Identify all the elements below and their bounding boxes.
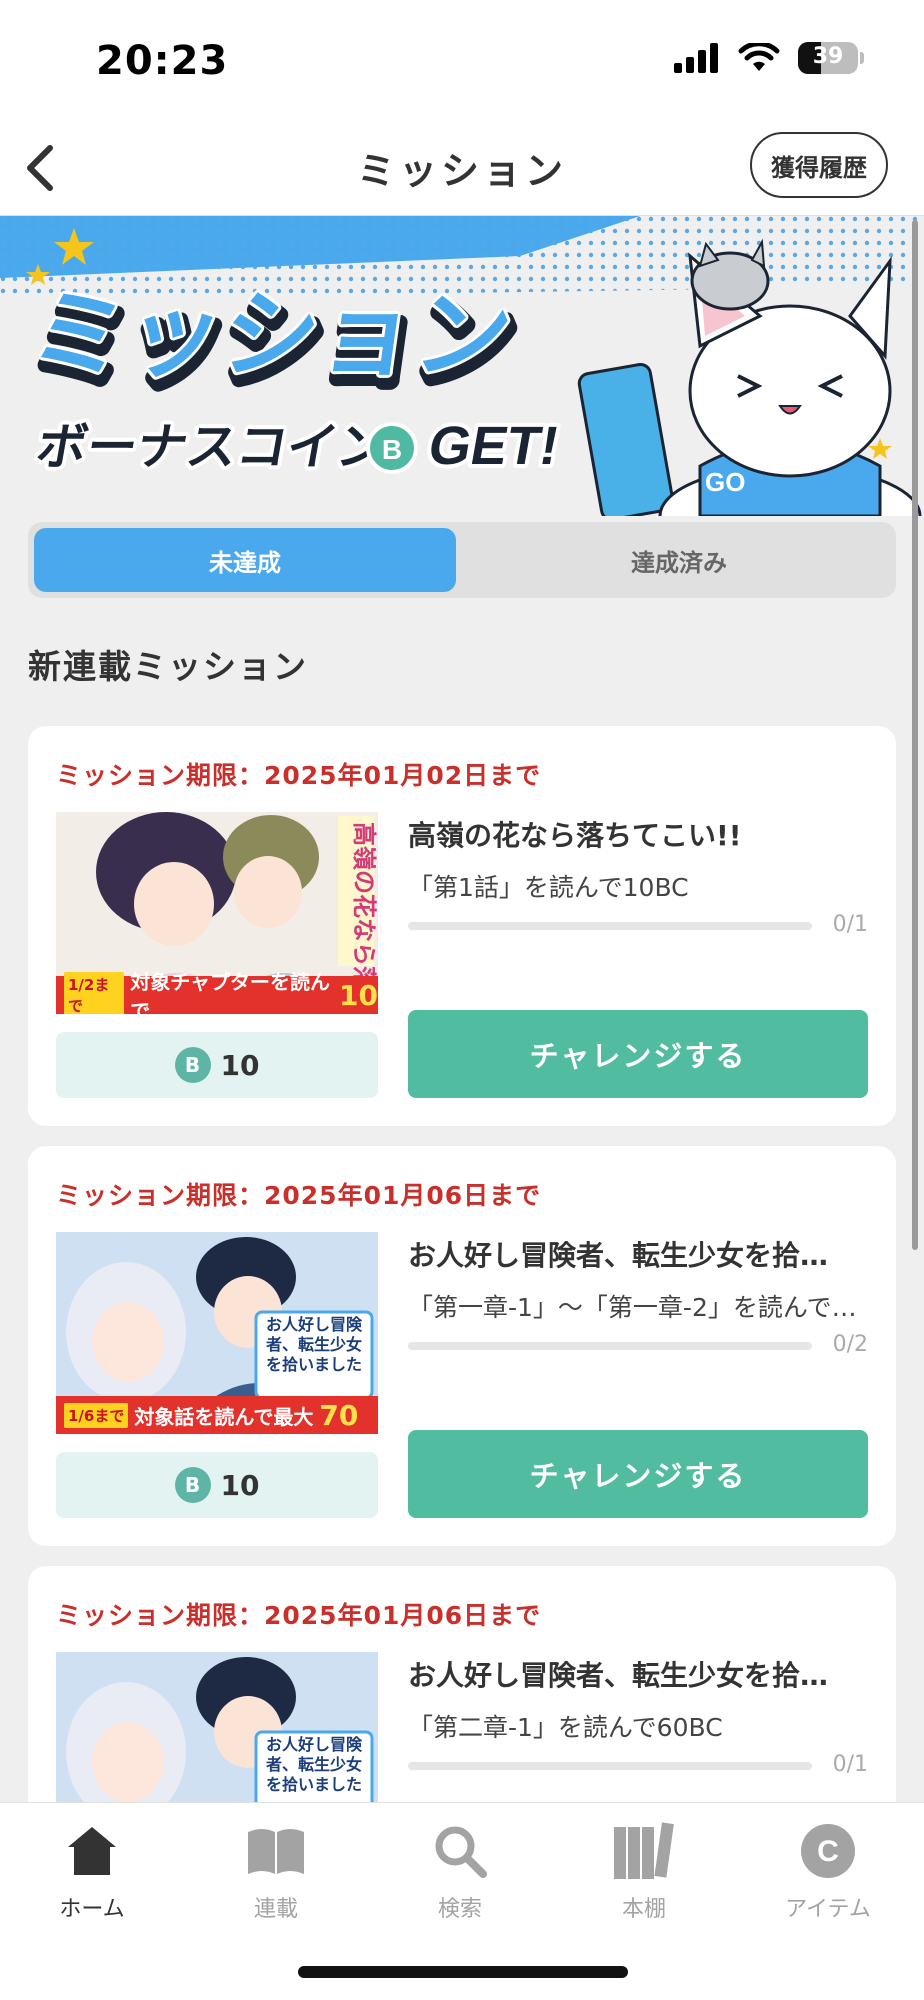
status-time: 20:23 [96, 38, 229, 84]
history-button[interactable]: 獲得履歴 [750, 132, 888, 198]
banner-title: ミッション [24, 282, 519, 388]
tab-home[interactable]: ホーム [0, 1819, 184, 1929]
segment-completed[interactable]: 達成済み [468, 528, 890, 592]
battery-icon: 39 [798, 42, 858, 74]
battery-percent: 39 [812, 44, 844, 69]
mission-card: ミッション期限：2025年01月06日まで お人好し冒険者、転生少女を拾いました… [28, 1146, 896, 1546]
tab-label: 連載 [253, 1897, 298, 1922]
promo-date-badge: 1/2まで [64, 972, 125, 1014]
reward-coin-box: B 10 [56, 1032, 378, 1098]
challenge-button[interactable]: チャレンジする [408, 1430, 868, 1518]
challenge-button[interactable]: チャレンジする [408, 1010, 868, 1098]
mission-description: 「第一章-1」〜「第一章-2」を読んで… [408, 1293, 857, 1322]
mission-deadline: ミッション期限：2025年01月06日まで [56, 1181, 542, 1210]
promo-coin-amount: 10 [339, 978, 378, 1012]
home-indicator[interactable] [298, 1966, 628, 1978]
status-segment: 未達成 達成済み [28, 522, 896, 598]
coin-icon: C [796, 1819, 860, 1883]
progress-bar [408, 1762, 812, 1770]
promo-date-badge: 1/6まで [64, 1402, 129, 1428]
mission-card: ミッション期限：2025年01月06日まで お人好し冒険者、転生少女を拾いました… [28, 1566, 896, 1802]
tab-label: ホーム [59, 1897, 125, 1922]
promo-text: 対象話を読んで最大 [134, 1404, 314, 1429]
reward-amount: 10 [220, 1048, 260, 1082]
content-scroll[interactable]: ミッション ミッション ボーナスコイン B GET! GO 未達成 達成済み 新… [0, 216, 924, 1802]
promo-text: 対象チャプターを読んで [130, 970, 331, 1014]
search-icon [428, 1819, 492, 1883]
mission-title[interactable]: お人好し冒険者、転生少女を拾… [408, 1234, 868, 1274]
mission-thumbnail[interactable]: 高嶺の花なら落ちてこい!! 1/2まで 対象チャプターを読んで 10 [56, 812, 378, 1014]
bonus-coin-icon: B [174, 1467, 211, 1503]
thumbnail-promo-strip: 1/2まで 対象チャプターを読んで 10 [56, 970, 378, 1014]
mission-description: 「第1話」を読んで10BC [408, 873, 689, 902]
tab-search[interactable]: 検索 [368, 1819, 552, 1929]
banner-subtitle: ボーナスコイン [32, 418, 392, 475]
banner-get: GET! [424, 415, 564, 476]
mission-deadline: ミッション期限：2025年01月06日まで [56, 1601, 542, 1630]
wifi-icon [738, 43, 780, 71]
mission-card: ミッション期限：2025年01月02日まで 高嶺の花なら落ちてこい!! 1/2ま… [28, 726, 896, 1126]
segment-incomplete[interactable]: 未達成 [34, 528, 456, 592]
tab-label: 本棚 [621, 1897, 666, 1922]
promo-coin-amount: 70 [319, 1398, 359, 1432]
progress-bar [408, 922, 812, 930]
manga-cover-illustration: お人好し冒険者、転生少女を拾いました [56, 1652, 378, 1802]
mission-title[interactable]: 高嶺の花なら落ちてこい!! [408, 814, 868, 854]
section-title: 新連載ミッション [28, 647, 308, 686]
tab-bookshelf[interactable]: 本棚 [552, 1819, 736, 1929]
nav-bar: ミッション 獲得履歴 [0, 120, 924, 216]
thumbnail-promo-strip: 1/6まで 対象話を読んで最大 70 [56, 1396, 378, 1434]
tab-series[interactable]: 連載 [184, 1819, 368, 1929]
banner-coin-letter: B [382, 434, 402, 465]
signal-icon [674, 43, 718, 73]
bookshelf-icon [612, 1819, 676, 1883]
mission-deadline: ミッション期限：2025年01月02日まで [56, 761, 542, 790]
tab-items[interactable]: C アイテム [736, 1819, 920, 1929]
status-bar: 20:23 39 [0, 0, 924, 120]
progress-count: 0/1 [832, 912, 868, 937]
reward-amount: 10 [220, 1468, 260, 1502]
bonus-coin-icon: B [174, 1047, 211, 1083]
tab-label: 検索 [437, 1897, 482, 1922]
battery-tip [860, 52, 864, 64]
home-icon [60, 1819, 124, 1883]
mission-banner: ミッション ミッション ボーナスコイン B GET! GO [0, 216, 924, 516]
cover-title-text: お人好し冒険者、転生少女を拾いました [265, 1317, 362, 1374]
progress-bar [408, 1342, 812, 1350]
progress-count: 0/1 [832, 1752, 868, 1777]
mission-thumbnail[interactable]: お人好し冒険者、転生少女を拾いました 1/6まで 対象話を読んで最大 70 [56, 1232, 378, 1434]
mission-thumbnail[interactable]: お人好し冒険者、転生少女を拾いました [56, 1652, 378, 1802]
reward-coin-box: B 10 [56, 1452, 378, 1518]
mission-description: 「第二章-1」を読んで60BC [408, 1713, 723, 1742]
progress-count: 0/2 [832, 1332, 868, 1357]
coin-letter: C [817, 1835, 839, 1868]
book-icon [244, 1819, 308, 1883]
mission-title[interactable]: お人好し冒険者、転生少女を拾… [408, 1654, 868, 1694]
status-icons: 39 [674, 42, 864, 74]
scrollbar[interactable] [912, 220, 918, 1250]
tab-label: アイテム [785, 1897, 871, 1922]
cover-title-text: お人好し冒険者、転生少女を拾いました [265, 1737, 362, 1794]
mascot-shirt-text: GO [705, 467, 745, 497]
